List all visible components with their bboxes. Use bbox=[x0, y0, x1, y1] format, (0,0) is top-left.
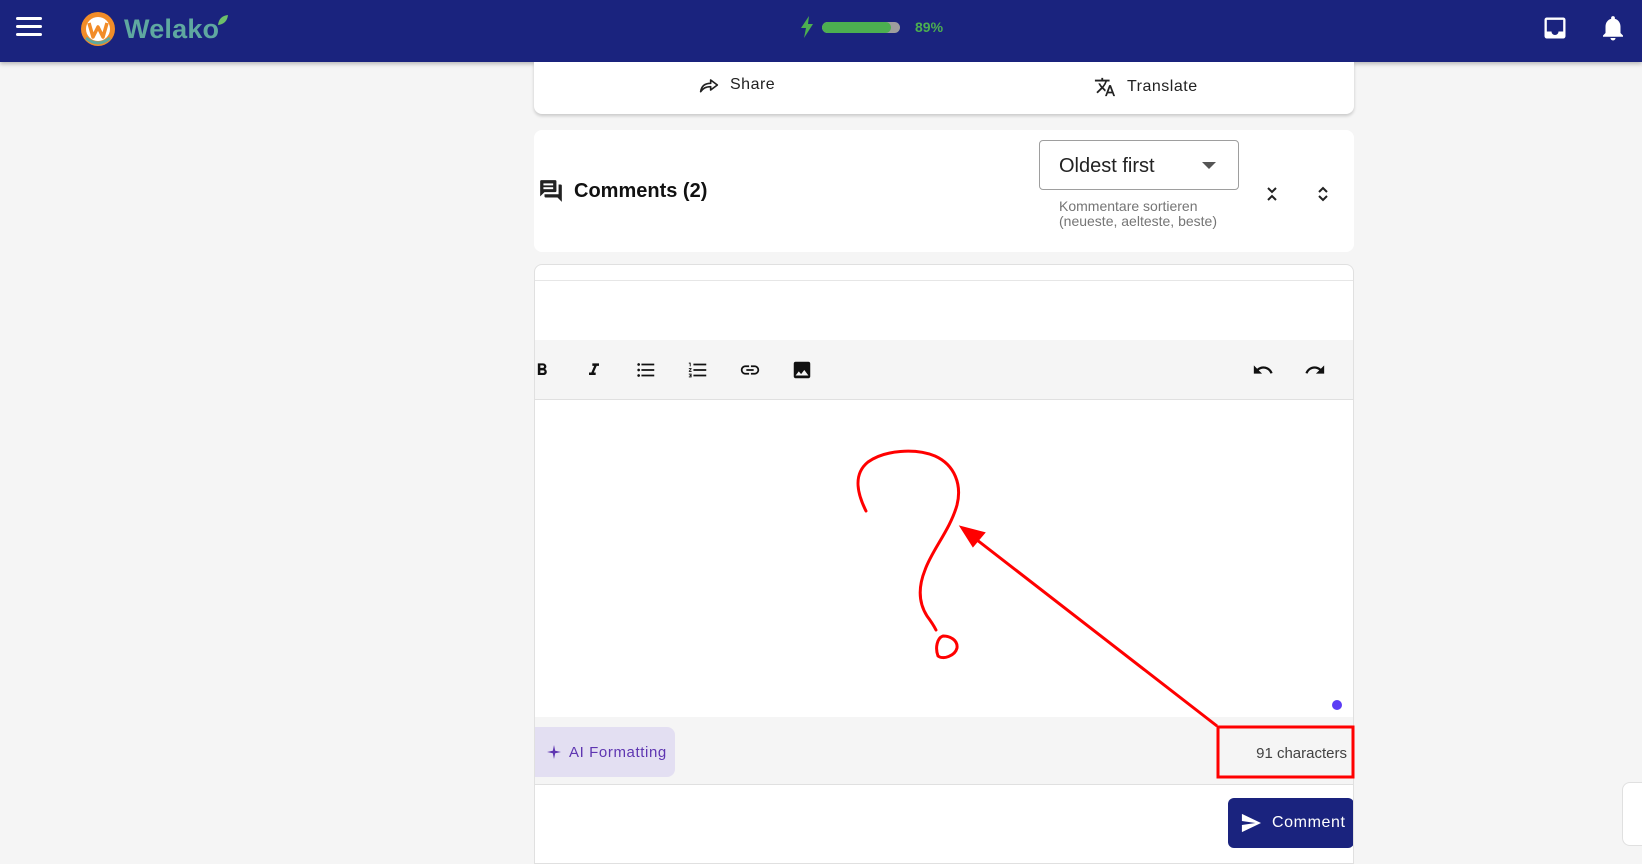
sparkle-icon bbox=[547, 745, 561, 759]
comments-title: Comments (2) bbox=[538, 178, 707, 204]
image-icon bbox=[793, 361, 811, 379]
share-button[interactable]: Share bbox=[699, 76, 775, 94]
submit-comment-label: Comment bbox=[1272, 814, 1346, 831]
comment-editor-card: AI Formatting 91 characters Comment bbox=[534, 264, 1354, 864]
comments-title-text: Comments (2) bbox=[574, 179, 708, 202]
inbox-button[interactable] bbox=[1541, 14, 1569, 42]
link-button[interactable] bbox=[737, 357, 763, 383]
ai-formatting-label: AI Formatting bbox=[569, 743, 667, 761]
notifications-button[interactable] bbox=[1598, 12, 1628, 44]
undo-button[interactable] bbox=[1250, 357, 1276, 383]
bell-icon bbox=[1603, 16, 1623, 41]
divider bbox=[535, 280, 1353, 281]
bold-icon bbox=[537, 363, 547, 375]
bullet-list-icon bbox=[637, 363, 655, 377]
redo-button[interactable] bbox=[1302, 357, 1328, 383]
side-widget[interactable] bbox=[1622, 782, 1642, 846]
share-icon bbox=[699, 79, 719, 93]
italic-button[interactable] bbox=[581, 357, 607, 383]
inbox-icon bbox=[1544, 17, 1566, 39]
caret-down-icon bbox=[1202, 162, 1216, 169]
numbered-list-icon bbox=[688, 362, 707, 378]
battery-percent: 89% bbox=[915, 19, 944, 35]
collapse-all-button[interactable] bbox=[1262, 182, 1282, 206]
send-icon bbox=[1241, 813, 1261, 833]
battery-bar bbox=[822, 21, 900, 33]
app-logo[interactable]: Welako bbox=[78, 7, 231, 51]
app-bar: Welako 89% bbox=[0, 0, 1642, 62]
translate-label: Translate bbox=[1127, 78, 1198, 95]
leaf-icon bbox=[218, 15, 229, 25]
editor-footer: AI Formatting 91 characters bbox=[535, 717, 1353, 785]
sort-selected-value: Oldest first bbox=[1059, 155, 1155, 177]
image-button[interactable] bbox=[789, 357, 815, 383]
lightning-icon bbox=[801, 16, 813, 38]
character-count: 91 characters bbox=[1256, 745, 1347, 762]
ai-formatting-button[interactable]: AI Formatting bbox=[535, 727, 675, 777]
comment-text-area[interactable] bbox=[535, 401, 1353, 717]
undo-icon bbox=[1253, 365, 1273, 374]
submit-comment-button[interactable]: Comment bbox=[1228, 798, 1353, 848]
app-name: Welako bbox=[124, 13, 220, 44]
post-actions-card: Share Translate bbox=[534, 62, 1354, 114]
link-icon bbox=[740, 365, 760, 375]
bullet-list-button[interactable] bbox=[633, 357, 659, 383]
menu-icon[interactable] bbox=[16, 17, 42, 39]
expand-all-button[interactable] bbox=[1313, 182, 1333, 206]
resize-handle[interactable] bbox=[1332, 700, 1342, 710]
share-label: Share bbox=[730, 76, 776, 93]
welako-logo-icon bbox=[81, 12, 115, 46]
battery-bar-fill bbox=[822, 21, 892, 33]
battery-indicator: 89% bbox=[800, 16, 943, 38]
bold-button[interactable] bbox=[535, 357, 555, 383]
sort-helper-text: Kommentare sortieren (neueste, aelteste,… bbox=[1059, 198, 1217, 229]
redo-icon bbox=[1305, 365, 1325, 374]
collapse-icon bbox=[1267, 187, 1277, 201]
expand-icon bbox=[1318, 186, 1328, 202]
italic-icon bbox=[589, 363, 599, 375]
translate-button[interactable]: Translate bbox=[1094, 76, 1198, 98]
translate-icon bbox=[1094, 77, 1116, 97]
numbered-list-button[interactable] bbox=[685, 357, 711, 383]
comments-icon bbox=[540, 180, 562, 202]
editor-toolbar bbox=[535, 340, 1353, 400]
sort-select[interactable]: Oldest first bbox=[1039, 140, 1239, 190]
comments-header-card: Comments (2) Oldest first Kommentare sor… bbox=[534, 130, 1354, 252]
